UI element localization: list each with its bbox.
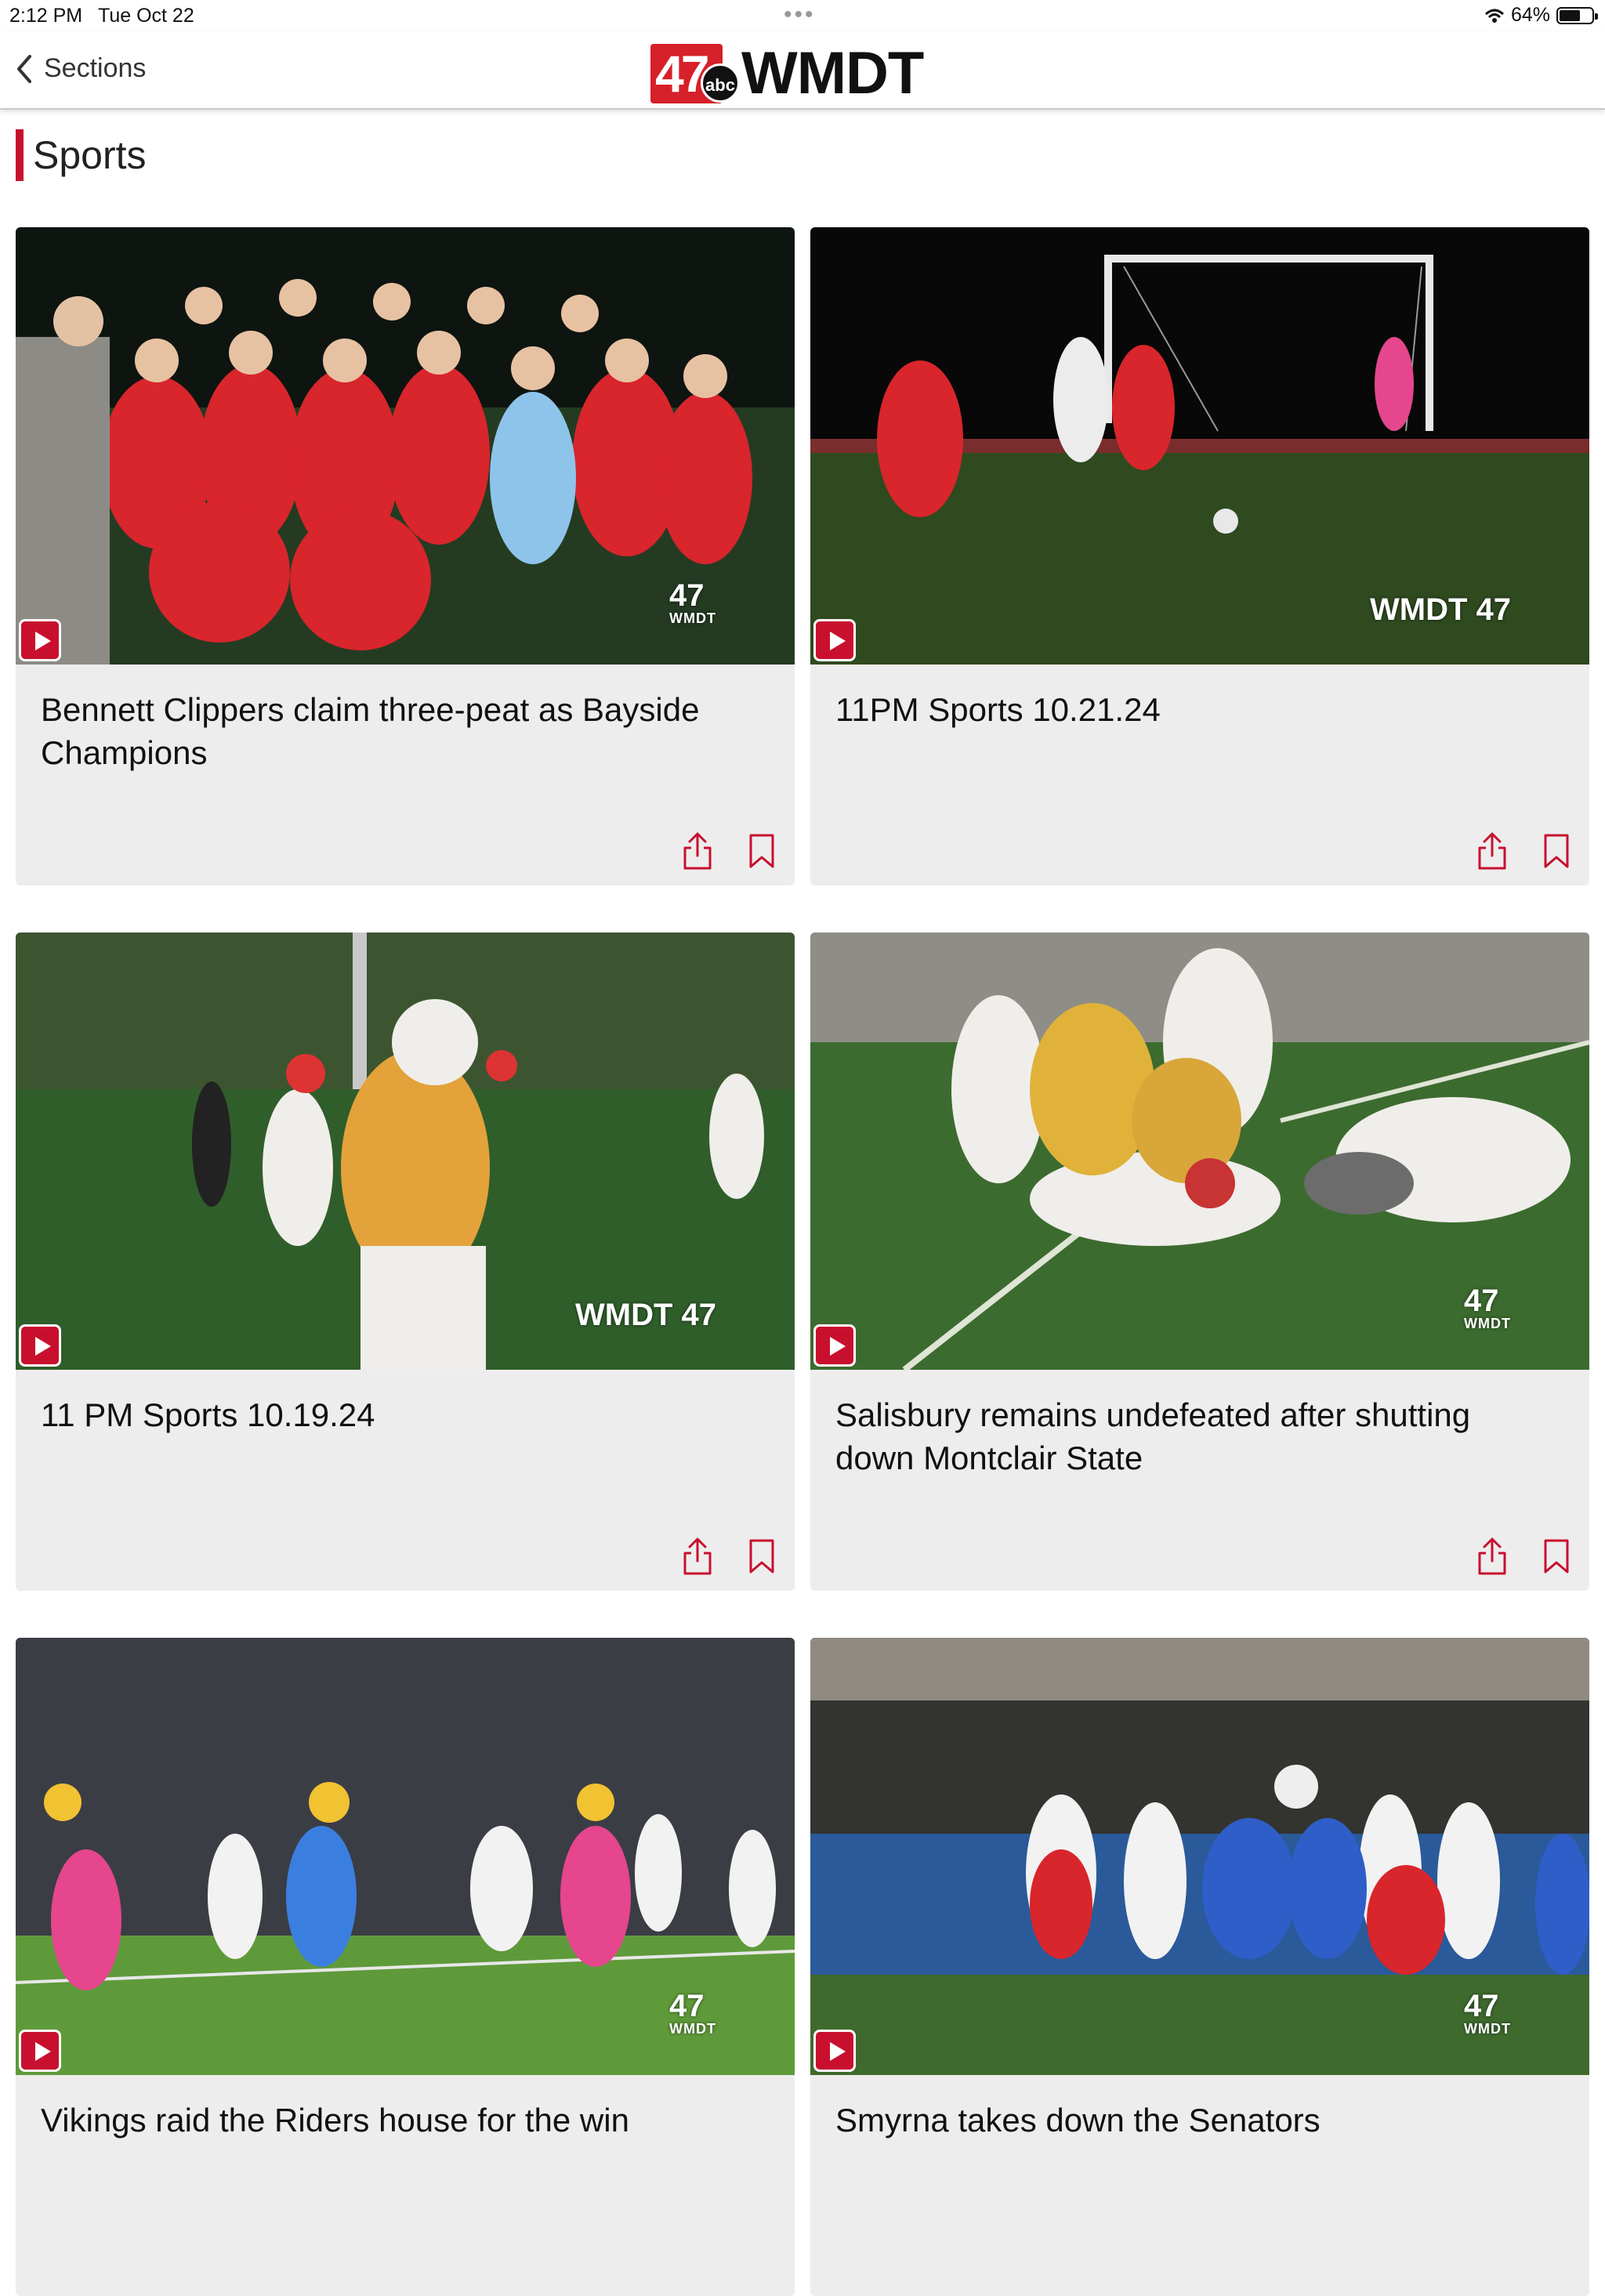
bookmark-icon[interactable] [745,831,779,871]
wmdt-logo: 47 abc WMDT [650,39,924,107]
station-watermark: WMDT 47 [575,1298,716,1332]
play-icon[interactable] [813,1324,856,1367]
status-time: 2:12 PM [9,5,83,27]
station-watermark: 47 WMDT [669,1989,716,2037]
station-watermark: WMDT 47 [1370,592,1511,627]
article-card[interactable]: 47 WMDT Smyrna takes down the Senators [810,1638,1589,2296]
bookmark-icon[interactable] [1539,831,1574,871]
play-icon[interactable] [19,1324,61,1367]
article-thumbnail[interactable]: WMDT 47 [16,933,795,1370]
article-thumbnail[interactable]: WMDT 47 [810,227,1589,665]
article-card[interactable]: 47 WMDT Vikings raid the Riders house for… [16,1638,795,2296]
back-button[interactable]: Sections [16,53,146,84]
play-icon[interactable] [19,619,61,661]
share-icon[interactable] [1475,831,1509,871]
article-title[interactable]: Vikings raid the Riders house for the wi… [41,2099,746,2142]
bookmark-icon[interactable] [1539,1536,1574,1577]
chevron-left-icon [17,54,31,83]
status-date: Tue Oct 22 [98,5,194,27]
status-bar: 2:12 PM Tue Oct 22 ••• 64% [0,0,1605,31]
article-card[interactable]: 47 WMDT Bennett Clippers claim three-peat… [16,227,795,885]
bookmark-icon[interactable] [745,1536,779,1577]
logo-text: WMDT [741,40,924,107]
back-label: Sections [44,53,147,83]
station-watermark: 47 WMDT [1464,1989,1511,2037]
section-accent-bar [16,129,24,181]
article-card[interactable]: 47 WMDT Salisbury remains undefeated afte… [810,933,1589,1591]
article-thumbnail[interactable]: 47 WMDT [16,1638,795,2075]
article-title[interactable]: 11PM Sports 10.21.24 [835,688,1541,731]
navigation-bar: Sections 47 abc WMDT [0,31,1605,110]
logo-network: abc [701,63,740,103]
article-thumbnail[interactable]: 47 WMDT [16,227,795,665]
article-title[interactable]: Salisbury remains undefeated after shutt… [835,1393,1541,1479]
wifi-icon [1484,9,1504,23]
share-icon[interactable] [1475,1536,1509,1577]
battery-icon [1556,6,1598,24]
share-icon[interactable] [680,1536,715,1577]
play-icon[interactable] [19,2030,61,2072]
station-watermark: 47 WMDT [1464,1284,1511,1331]
article-title[interactable]: Bennett Clippers claim three-peat as Bay… [41,688,746,774]
article-title[interactable]: Smyrna takes down the Senators [835,2099,1541,2142]
play-icon[interactable] [813,2030,856,2072]
article-title[interactable]: 11 PM Sports 10.19.24 [41,1393,746,1436]
section-header: Sports [16,129,147,181]
article-card[interactable]: WMDT 47 11PM Sports 10.21.24 [810,227,1589,885]
article-thumbnail[interactable]: 47 WMDT [810,1638,1589,2075]
article-card[interactable]: WMDT 47 11 PM Sports 10.19.24 [16,933,795,1591]
battery-percent: 64% [1510,4,1550,26]
station-watermark: 47 WMDT [669,578,716,626]
share-icon[interactable] [680,831,715,871]
section-title: Sports [33,133,147,177]
multitasking-dots[interactable]: ••• [784,2,816,28]
play-icon[interactable] [813,619,856,661]
article-thumbnail[interactable]: 47 WMDT [810,933,1589,1370]
